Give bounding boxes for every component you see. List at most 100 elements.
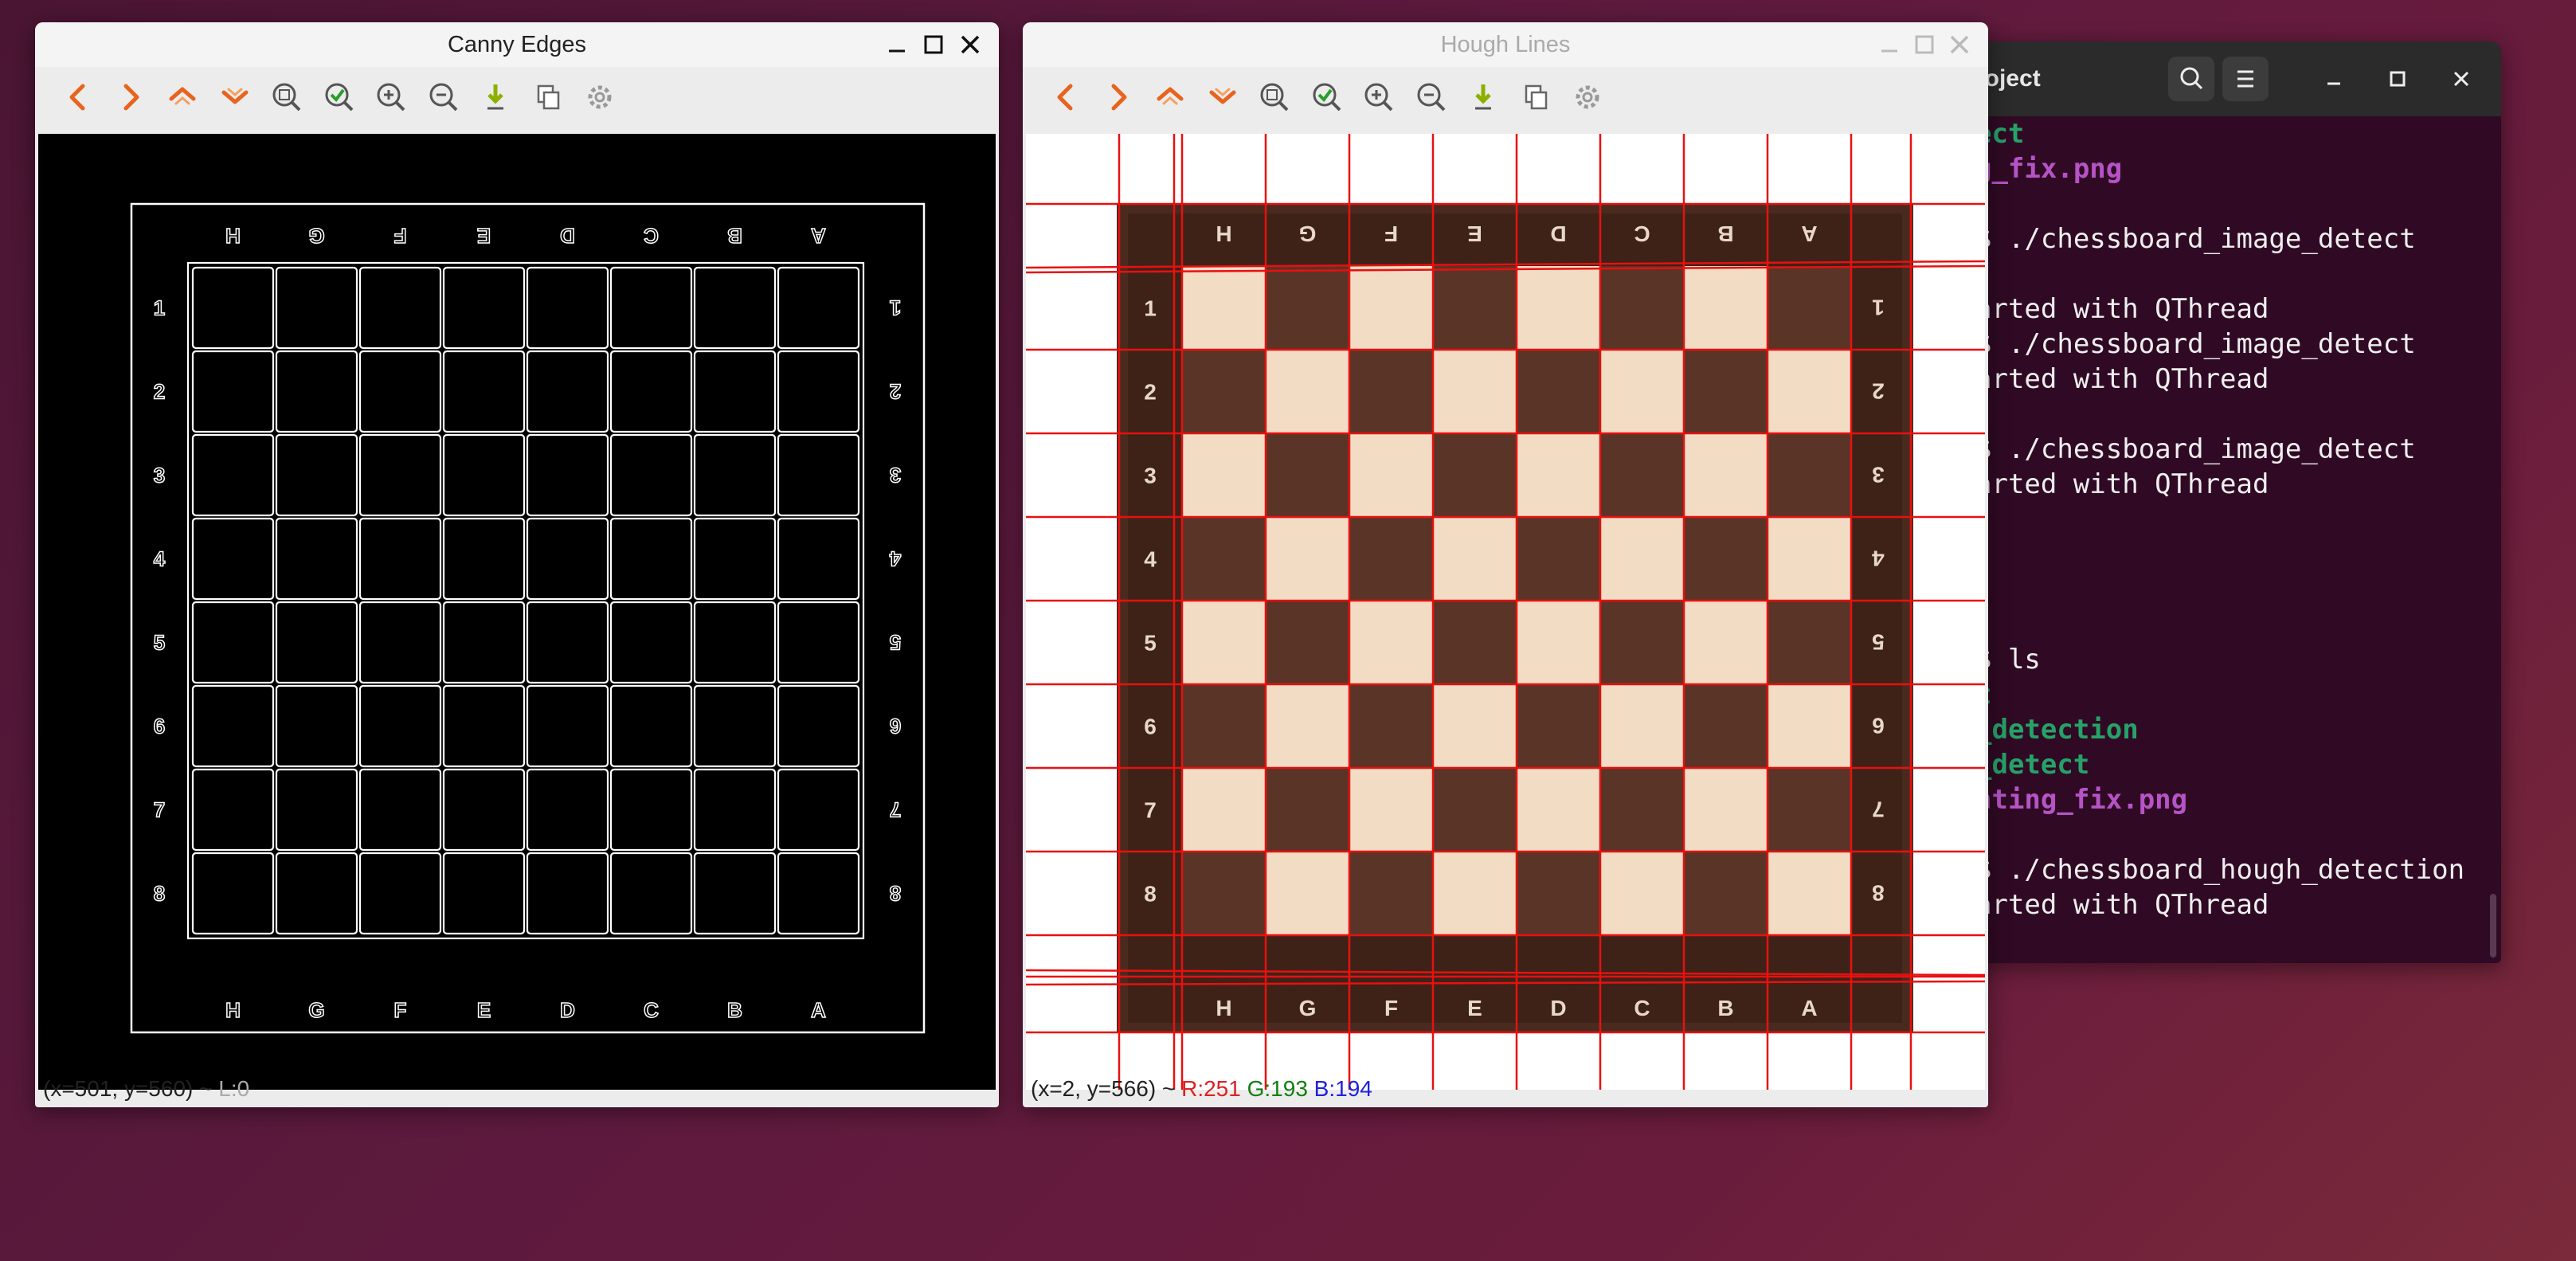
zoom-out-icon (429, 83, 457, 112)
terminal-text: arted with QThread (1975, 293, 2269, 325)
dark-square (1266, 266, 1349, 350)
light-square (1266, 350, 1349, 433)
terminal-line: arted with QThread (1975, 292, 2485, 327)
file-label: C (1634, 996, 1650, 1020)
maximize-icon[interactable] (918, 29, 949, 61)
rank-label: 6 (1144, 715, 1157, 739)
dark-square (1684, 350, 1768, 433)
pan-down-button[interactable] (1200, 75, 1245, 119)
zoom-fit-button[interactable] (1252, 75, 1297, 119)
file-label: F (1384, 996, 1398, 1020)
terminal-line: $ ./chessboard_image_detect (1975, 327, 2485, 362)
terminal-text: arted with QThread (1975, 363, 2269, 395)
close-icon[interactable] (954, 29, 986, 61)
copy-button[interactable] (1513, 75, 1558, 119)
dark-square (1768, 601, 1851, 684)
terminal-line: arted with QThread (1975, 467, 2485, 502)
terminal-line: g_fix.png (1975, 151, 2485, 186)
rank-label: 8 (1872, 881, 1885, 906)
zoom-original-button[interactable] (1305, 75, 1349, 119)
canny-titlebar[interactable]: Canny Edges (35, 22, 999, 67)
dark-square (1517, 852, 1600, 935)
close-icon[interactable] (2445, 63, 2477, 95)
rank-label: 6 (1872, 714, 1885, 738)
file-label-edge: E (477, 224, 491, 248)
rank-label: 5 (1872, 630, 1885, 655)
dark-square (1182, 517, 1266, 601)
copy-button[interactable] (526, 75, 570, 119)
zoom-out-button[interactable] (1409, 75, 1454, 119)
close-icon[interactable] (1944, 29, 1975, 61)
terminal-text: $ ./chessboard_hough_detection (1975, 854, 2465, 886)
dark-square (1768, 266, 1851, 350)
dark-square (1182, 684, 1266, 768)
zoom-original-button[interactable] (317, 75, 362, 119)
dark-square (1768, 768, 1851, 852)
zoom-out-button[interactable] (421, 75, 466, 119)
terminal-line: _detect (1975, 747, 2485, 782)
maximize-icon[interactable] (2382, 63, 2414, 95)
zoom-fit-button[interactable] (264, 75, 309, 119)
hough-status-bar: (x=2, y=566) ~ R:251 G:193 B:194 (1031, 1071, 1372, 1107)
cursor-position: (x=501, y=560) ~ (43, 1076, 219, 1101)
canny-window[interactable]: Canny Edges H H G G F F E E D D C C B B A A 1 1 2 2 3 3 4 4 5 5 6 6… (35, 22, 999, 1107)
terminal-scrollbar[interactable] (2490, 894, 2496, 957)
rank-label-edge: 3 (890, 464, 901, 488)
properties-button[interactable] (577, 75, 622, 119)
hough-window[interactable]: Hough Lines H H G G F F E E D D C C B B A A 1 1 2 2 3 3 4 4 5 5 6 6… (1023, 22, 1988, 1107)
hough-image[interactable]: H H G G F F E E D D C C B B A A 1 1 2 2 3 3 4 4 5 5 6 6 7 7 8 8 (1026, 134, 1985, 1090)
light-square (1349, 433, 1433, 517)
dark-square (1600, 266, 1684, 350)
save-image-button[interactable] (473, 75, 518, 119)
search-icon (2180, 67, 2203, 90)
zoom-original-icon (1313, 83, 1341, 112)
pan-up-button[interactable] (160, 75, 205, 119)
rank-label-edge: 1 (154, 296, 165, 320)
file-label: A (1801, 221, 1817, 246)
dark-square (1517, 684, 1600, 768)
terminal-search-button[interactable] (2168, 57, 2214, 101)
terminal-output[interactable]: ect g_fix.png $ ./chessboard_image_detect a… (1975, 116, 2485, 963)
minimize-icon[interactable] (881, 29, 913, 61)
pan-left-button[interactable] (1043, 75, 1088, 119)
pan-up-button[interactable] (1148, 75, 1192, 119)
window-title: Hough Lines (1440, 32, 1571, 57)
properties-button[interactable] (1565, 75, 1610, 119)
minimize-icon[interactable] (2318, 63, 2350, 95)
dark-square (1684, 517, 1768, 601)
maximize-icon[interactable] (1909, 29, 1940, 61)
file-label: B (1717, 221, 1733, 246)
rank-label: 5 (1144, 631, 1157, 656)
terminal-line: _detection (1975, 712, 2485, 747)
dark-square (1266, 768, 1349, 852)
zoom-in-button[interactable] (369, 75, 413, 119)
terminal-line: ect (1975, 116, 2485, 151)
rank-label-edge: 3 (154, 464, 165, 488)
rank-label-edge: 7 (890, 798, 901, 822)
properties-icon (588, 85, 612, 109)
file-label: H (1216, 221, 1231, 246)
minimize-icon[interactable] (1873, 29, 1905, 61)
pan-left-button[interactable] (56, 75, 100, 119)
pan-right-button[interactable] (108, 75, 153, 119)
rank-label-edge: 2 (154, 380, 165, 404)
pan-down-button[interactable] (213, 75, 257, 119)
terminal-text: g_fix.png (1975, 153, 2123, 185)
pan-right-button[interactable] (1096, 75, 1141, 119)
light-square (1182, 768, 1266, 852)
light-square (1600, 852, 1684, 935)
terminal-titlebar[interactable]: roject (1944, 41, 2501, 116)
file-label: E (1467, 996, 1482, 1020)
terminal-window[interactable]: roject ect g_fix.png $ ./chessboard_image_… (1944, 41, 2501, 963)
dark-square (1349, 517, 1433, 601)
canny-image[interactable]: H H G G F F E E D D C C B B A A 1 1 2 2 3 3 4 4 5 5 6 6 7 7 8 8 (38, 134, 996, 1090)
rank-label: 3 (1144, 464, 1157, 488)
terminal-menu-button[interactable] (2222, 57, 2269, 101)
file-label-edge: G (308, 998, 324, 1022)
zoom-in-button[interactable] (1357, 75, 1401, 119)
hough-titlebar[interactable]: Hough Lines (1023, 22, 1988, 67)
pan-down-icon (1209, 88, 1235, 104)
rank-label: 2 (1872, 379, 1885, 404)
save-image-button[interactable] (1461, 75, 1505, 119)
